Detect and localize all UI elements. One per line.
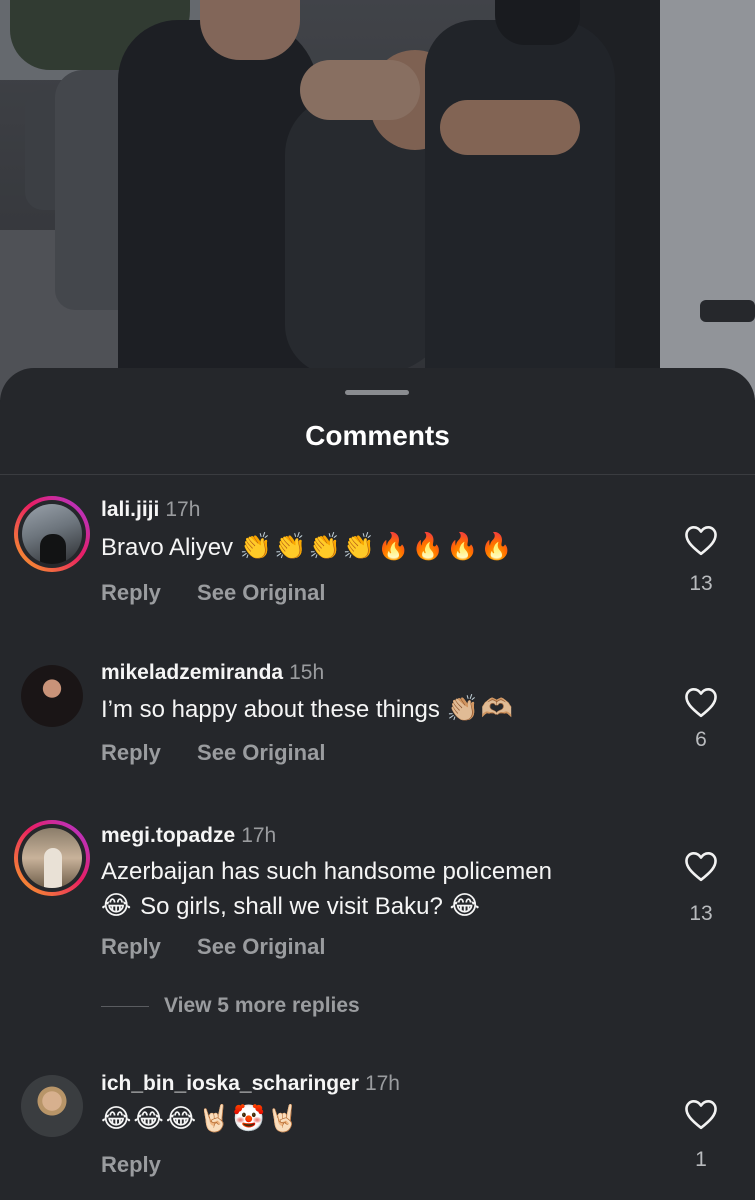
see-original-button[interactable]: See Original <box>197 934 325 959</box>
avatar <box>21 1075 83 1137</box>
reply-button[interactable]: Reply <box>101 1152 161 1177</box>
comment-emoji: 😂 <box>449 891 482 921</box>
replies-divider-line <box>101 1006 149 1007</box>
view-more-replies-button[interactable]: View 5 more replies <box>164 994 360 1018</box>
comment-time: 17h <box>364 1072 400 1095</box>
reply-button[interactable]: Reply <box>101 740 161 765</box>
comment-username[interactable]: megi.topadze 17h <box>101 824 276 848</box>
like-count: 13 <box>689 902 713 925</box>
sheet-divider <box>0 474 755 475</box>
comment-item: mikeladzemiranda 15h I’m so happy about t… <box>0 656 755 786</box>
comments-sheet: Comments lali.jiji 17h Bravo Aliyev 👏👏👏👏🔥… <box>0 368 755 1200</box>
see-original-button[interactable]: See Original <box>197 740 325 765</box>
comment-item: ich_bin_ioska_scharinger 17h 😂😂😂🤘🏻🤡🤘🏻 Rep… <box>0 1068 755 1198</box>
comment-emoji: 😂 <box>101 891 134 921</box>
avatar-container[interactable] <box>14 658 90 734</box>
avatar-story-ring[interactable] <box>14 820 90 896</box>
avatar-container[interactable] <box>14 1068 90 1144</box>
like-count: 13 <box>689 572 713 595</box>
comment-emoji: 👏👏👏👏🔥🔥🔥🔥 <box>239 532 515 562</box>
comment-actions: Reply <box>101 1152 191 1178</box>
like-count: 1 <box>695 1148 707 1171</box>
comment-time: 17h <box>241 824 277 847</box>
like-count: 6 <box>695 728 707 751</box>
comment-emoji: 😂😂😂🤘🏻🤡🤘🏻 <box>101 1104 302 1134</box>
video-dim-overlay <box>0 0 755 400</box>
heart-outline-icon[interactable] <box>683 686 719 718</box>
comment-emoji: 👏🏼🫶🏼 <box>446 694 516 724</box>
comment-item: lali.jiji 17h Bravo Aliyev 👏👏👏👏🔥🔥🔥🔥 Reply… <box>0 492 755 622</box>
comment-time: 15h <box>289 661 325 684</box>
sheet-grabber-handle[interactable] <box>345 390 409 395</box>
avatar <box>21 665 83 727</box>
avatar <box>22 504 82 564</box>
heart-outline-icon[interactable] <box>683 524 719 556</box>
video-background[interactable] <box>0 0 755 400</box>
avatar <box>22 828 82 888</box>
comment-text: 😂😂😂🤘🏻🤡🤘🏻 <box>101 1102 661 1137</box>
comment-time: 17h <box>165 498 201 521</box>
see-original-button[interactable]: See Original <box>197 580 325 605</box>
comment-text: I’m so happy about these things 👏🏼🫶🏼 <box>101 694 516 724</box>
comment-actions: Reply See Original <box>101 580 355 606</box>
comment-username[interactable]: ich_bin_ioska_scharinger 17h <box>101 1072 400 1096</box>
reply-button[interactable]: Reply <box>101 580 161 605</box>
heart-outline-icon[interactable] <box>683 850 719 882</box>
comment-actions: Reply See Original <box>101 934 355 960</box>
avatar-story-ring[interactable] <box>14 496 90 572</box>
reply-button[interactable]: Reply <box>101 934 161 959</box>
comment-actions: Reply See Original <box>101 740 355 766</box>
comment-username[interactable]: mikeladzemiranda 15h <box>101 661 324 685</box>
comment-username[interactable]: lali.jiji 17h <box>101 498 200 522</box>
comment-text: Bravo Aliyev 👏👏👏👏🔥🔥🔥🔥 <box>101 532 515 562</box>
sheet-title: Comments <box>305 420 450 451</box>
comment-item: megi.topadze 17h Azerbaijan has such hand… <box>0 820 755 1030</box>
heart-outline-icon[interactable] <box>683 1098 719 1130</box>
comment-text: Azerbaijan has such handsome policemen 😂… <box>101 858 552 921</box>
